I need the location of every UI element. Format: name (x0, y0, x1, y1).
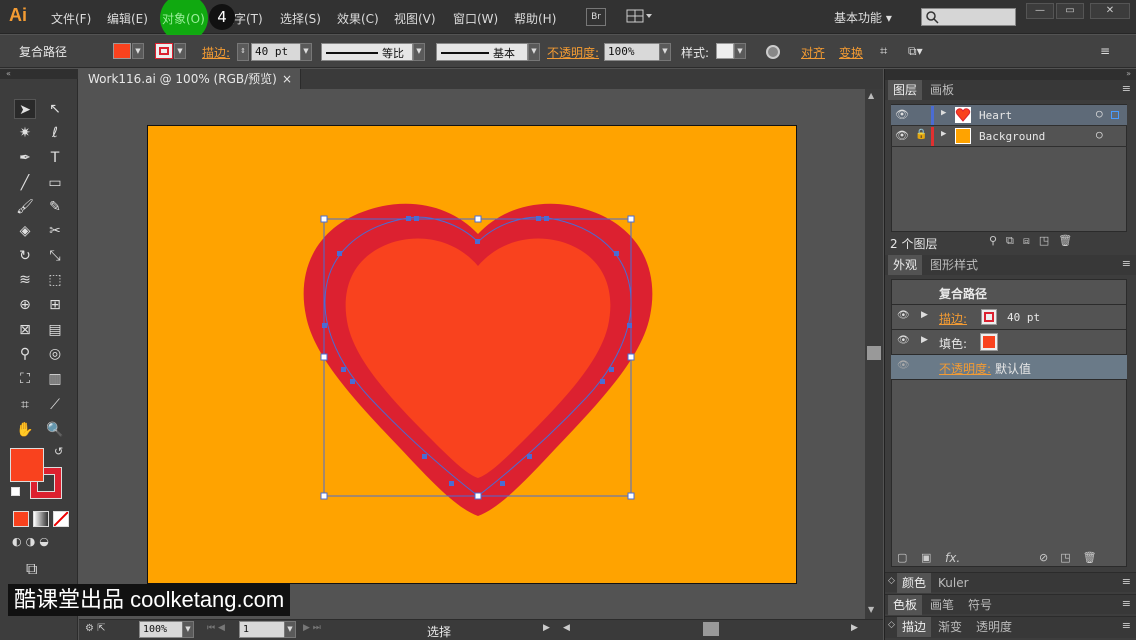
appearance-stroke-row[interactable]: 👁 ▶ 描边: 40 pt (891, 305, 1127, 330)
tab-artboards[interactable]: 画板 (925, 80, 959, 100)
collapse-group-icon[interactable]: ◇ (888, 576, 895, 586)
appearance-opacity-row[interactable]: 👁 不透明度: 默认值 (891, 355, 1127, 380)
dock-collapse-icon[interactable]: » (885, 69, 1136, 80)
artboard-number-field[interactable]: 1 (239, 621, 285, 638)
layer-thumbnail (955, 128, 971, 144)
layer-lock-icon[interactable]: 🔒 (915, 129, 927, 140)
appearance-title: 复合路径 (939, 287, 988, 301)
panel-dock: » 图层 画板 ≡ 👁 ▶ Heart ○ 👁 🔒 ▶ Background ○… (884, 69, 1136, 640)
appearance-stroke-swatch[interactable] (981, 309, 997, 325)
color-panel-group: ◇ 颜色 Kuler ≡ (885, 572, 1136, 593)
tab-gradient[interactable]: 渐变 (933, 617, 967, 637)
hscroll-right-icon[interactable]: ▶ (851, 623, 858, 633)
stroke-panel-menu-icon[interactable]: ≡ (1122, 619, 1131, 632)
add-stroke-icon[interactable]: ▢ (897, 551, 907, 564)
tab-graphic-styles[interactable]: 图形样式 (925, 255, 983, 275)
layer-selection-indicator[interactable] (1111, 111, 1119, 119)
stroke-visibility-eye-icon[interactable]: 👁 (897, 310, 910, 321)
hscroll-thumb[interactable] (703, 622, 719, 636)
tab-appearance[interactable]: 外观 (888, 255, 923, 275)
layer-name-heart[interactable]: Heart (979, 109, 1012, 122)
appearance-fill-row[interactable]: 👁 ▶ 填色: (891, 330, 1127, 355)
status-bar: ⚙ ⇱ 100% ▼ ⏮ ◀ 1 ▼ ▶ ⏭ 选择 ▶ ◀ ▶ (79, 619, 883, 640)
appearance-stroke-weight[interactable]: 40 pt (1007, 311, 1040, 324)
tab-color[interactable]: 颜色 (897, 573, 932, 593)
appearance-panel-menu-icon[interactable]: ≡ (1122, 257, 1131, 270)
expand-layer-icon[interactable]: ▶ (941, 108, 946, 118)
watermark: 酷课堂出品 coolketang.com (8, 584, 291, 616)
stroke-panel-group: ◇ 描边 渐变 透明度 ≡ (885, 616, 1136, 638)
layer-visibility-eye-icon[interactable]: 👁 (895, 129, 909, 142)
hscroll-left-icon[interactable]: ◀ (563, 623, 570, 633)
collapse-group-icon[interactable]: ◇ (888, 620, 895, 630)
swatches-panel-group: 色板 画笔 符号 ≡ (885, 594, 1136, 615)
layers-panel-menu-icon[interactable]: ≡ (1122, 82, 1131, 95)
layers-footer: 2 个图层 ⚲⧉⧈◳🗑 (885, 232, 1136, 254)
zoom-field[interactable]: 100% (139, 621, 183, 638)
status-menu-icon[interactable]: ▶ (543, 623, 550, 633)
appearance-fill-label: 填色: (939, 337, 968, 351)
heart-fill (345, 238, 611, 478)
artboard-nav-prev-icon[interactable]: ⏮ ◀ (207, 623, 225, 633)
add-effect-button[interactable]: fx. (945, 551, 960, 565)
layer-row-background[interactable]: 👁 🔒 ▶ Background ○ (891, 126, 1127, 147)
tab-stroke[interactable]: 描边 (897, 617, 932, 637)
layers-tab-bar: 图层 画板 ≡ (885, 80, 1136, 100)
expand-layer-icon[interactable]: ▶ (941, 129, 946, 139)
tab-kuler[interactable]: Kuler (933, 573, 974, 593)
expand-stroke-icon[interactable]: ▶ (921, 310, 928, 320)
add-fill-icon[interactable]: ▣ (921, 551, 931, 564)
scroll-up-icon[interactable]: ▲ (868, 91, 874, 100)
expand-fill-icon[interactable]: ▶ (921, 335, 928, 345)
layer-visibility-eye-icon[interactable]: 👁 (895, 108, 909, 121)
layer-color-bar (931, 106, 934, 125)
layer-thumbnail (955, 107, 971, 123)
appearance-title-row: 复合路径 (891, 280, 1127, 305)
appearance-fill-swatch[interactable] (980, 333, 998, 351)
appearance-opacity-label[interactable]: 不透明度: (939, 360, 991, 377)
scroll-thumb[interactable] (867, 346, 881, 360)
status-icons[interactable]: ⚙ ⇱ (85, 623, 106, 634)
artboard-dropdown[interactable]: ▼ (284, 621, 296, 638)
appearance-stroke-label[interactable]: 描边: (939, 310, 967, 327)
tab-layers[interactable]: 图层 (888, 80, 923, 100)
layer-color-bar (931, 127, 934, 146)
layer-name-background[interactable]: Background (979, 130, 1045, 143)
layer-target-icon[interactable]: ○ (1096, 128, 1103, 141)
layers-footer-icons[interactable]: ⚲⧉⧈◳🗑 (989, 234, 1081, 248)
layer-target-icon[interactable]: ○ (1096, 107, 1103, 120)
opacity-visibility-eye-icon[interactable]: 👁 (897, 360, 910, 371)
layer-count: 2 个图层 (890, 237, 938, 251)
appearance-footer-icons[interactable]: ⊘◳🗑 (1039, 551, 1109, 564)
tab-symbols[interactable]: 符号 (963, 595, 997, 615)
scroll-down-icon[interactable]: ▼ (868, 605, 874, 614)
artboard-nav-next-icon[interactable]: ▶ ⏭ (303, 623, 321, 633)
current-tool-label: 选择 (427, 625, 452, 639)
color-panel-menu-icon[interactable]: ≡ (1122, 575, 1131, 588)
swatches-panel-menu-icon[interactable]: ≡ (1122, 597, 1131, 610)
vertical-scrollbar[interactable]: ▲ ▼ (865, 89, 883, 619)
tab-transparency[interactable]: 透明度 (971, 617, 1017, 637)
appearance-opacity-value: 默认值 (995, 362, 1032, 376)
appearance-footer: ▢ ▣ fx. ⊘◳🗑 (885, 549, 1136, 571)
tab-swatches[interactable]: 色板 (888, 595, 923, 615)
fill-visibility-eye-icon[interactable]: 👁 (897, 335, 910, 346)
tab-brushes[interactable]: 画笔 (925, 595, 959, 615)
zoom-dropdown[interactable]: ▼ (182, 621, 194, 638)
layer-row-heart[interactable]: 👁 ▶ Heart ○ (891, 105, 1127, 126)
appearance-tab-bar: 外观 图形样式 ≡ (885, 255, 1136, 275)
